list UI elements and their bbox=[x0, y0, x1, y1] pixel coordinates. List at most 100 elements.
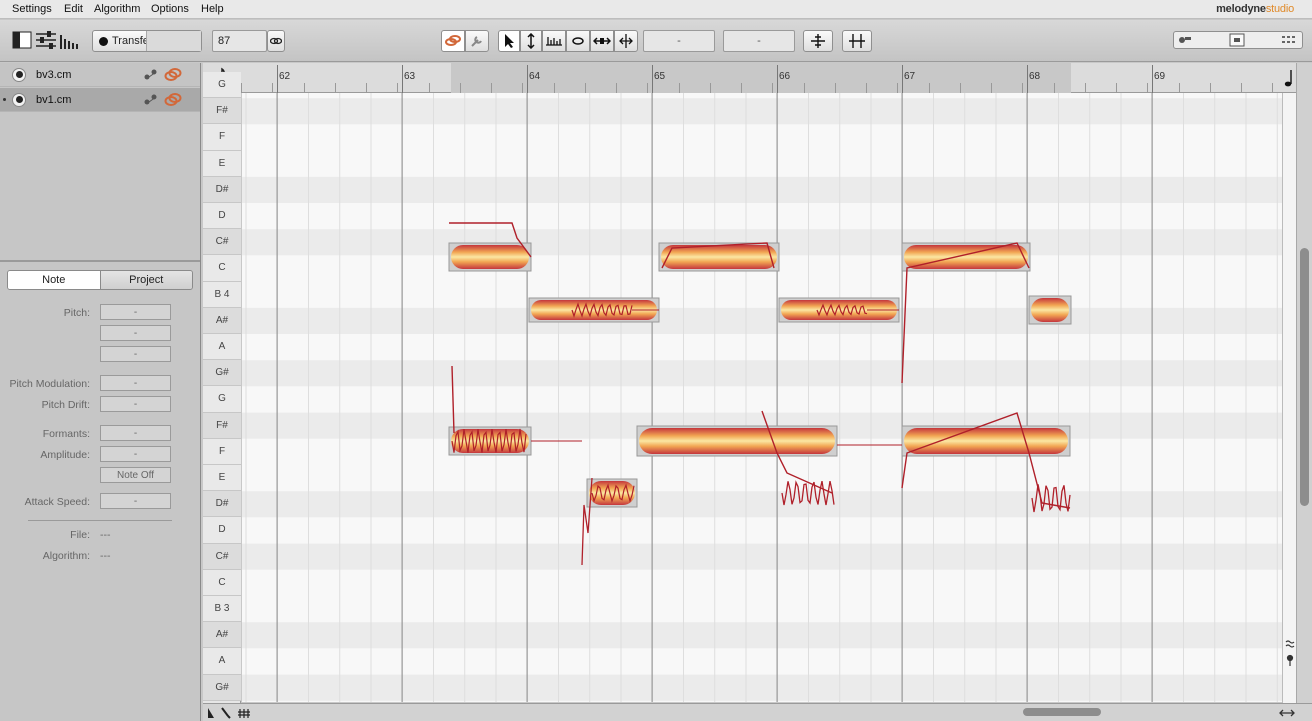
pitch-key: C# bbox=[203, 229, 241, 256]
pitch-lane bbox=[242, 622, 1282, 649]
pitch-field-3[interactable]: - bbox=[100, 346, 171, 362]
pitch-value-field[interactable]: - bbox=[643, 30, 715, 52]
beat-tick bbox=[522, 83, 524, 93]
notes-icon[interactable] bbox=[144, 93, 158, 105]
pitch-key: G# bbox=[203, 674, 241, 701]
separation-tool-icon[interactable] bbox=[614, 30, 638, 52]
record-enable-icon[interactable] bbox=[12, 67, 26, 82]
pitch-modulation-field[interactable]: - bbox=[100, 375, 171, 391]
track-row-bv1[interactable]: bv1.cm bbox=[0, 88, 200, 112]
spectrum-icon[interactable] bbox=[59, 29, 81, 51]
brand-sub: studio bbox=[1265, 3, 1294, 15]
time-tool-icon[interactable] bbox=[590, 30, 614, 52]
bottom-tools-icon[interactable] bbox=[206, 706, 256, 720]
bar-ruler[interactable]: 62 63 64 65 66 67 68 69 bbox=[241, 63, 1282, 93]
panel-divider[interactable] bbox=[0, 260, 200, 262]
note-blob[interactable] bbox=[1031, 298, 1069, 322]
layout-single-icon[interactable] bbox=[10, 29, 34, 51]
pitch-field-1[interactable]: - bbox=[100, 304, 171, 320]
menu-options[interactable]: Options bbox=[151, 3, 189, 15]
beat-tick bbox=[553, 83, 555, 93]
pitch-lane bbox=[242, 360, 1282, 387]
tempo-link-icon[interactable] bbox=[267, 30, 285, 52]
note-blob[interactable] bbox=[451, 245, 529, 269]
formants-field[interactable]: - bbox=[100, 425, 171, 441]
pitch-key: G bbox=[203, 386, 241, 413]
notes-icon[interactable] bbox=[144, 68, 158, 80]
bar-tick bbox=[527, 65, 528, 93]
blob-icon[interactable] bbox=[164, 93, 182, 107]
beat-tick bbox=[1147, 83, 1149, 93]
track-name: bv3.cm bbox=[36, 68, 72, 81]
pitch-lane bbox=[242, 674, 1282, 701]
beat-tick bbox=[741, 83, 742, 93]
time-value-field[interactable]: - bbox=[723, 30, 795, 52]
bar-tick bbox=[1152, 65, 1153, 93]
quantize-time-icon[interactable] bbox=[842, 30, 872, 52]
track-row-bv3[interactable]: bv3.cm bbox=[0, 63, 200, 87]
horizontal-scroll-thumb[interactable] bbox=[1023, 708, 1101, 716]
pitch-key: G# bbox=[203, 360, 241, 387]
bar-tick bbox=[902, 65, 903, 93]
pitch-ruler[interactable]: G F# F E D# D C# C B 4 A# A G# G F# F E D# D C# C B 3 A# A G# bbox=[203, 63, 241, 703]
pitch-key: B 3 bbox=[203, 596, 241, 623]
bar-tick bbox=[777, 65, 778, 93]
amplitude-tool-icon[interactable] bbox=[566, 30, 590, 52]
menu-edit[interactable]: Edit bbox=[64, 3, 83, 15]
note-grid[interactable] bbox=[242, 93, 1282, 702]
pitch-lane bbox=[242, 203, 1282, 230]
beat-tick bbox=[1084, 83, 1086, 93]
vertical-scrollbar[interactable] bbox=[1296, 63, 1312, 703]
amplitude-field[interactable]: - bbox=[100, 446, 171, 462]
pitch-lane bbox=[242, 596, 1282, 623]
mixer-icon[interactable] bbox=[35, 29, 57, 51]
note-value-icon[interactable] bbox=[1282, 63, 1296, 93]
vertical-scroll-thumb[interactable] bbox=[1300, 248, 1309, 506]
pitch-drift-field[interactable]: - bbox=[100, 396, 171, 412]
blob-icon[interactable] bbox=[164, 68, 182, 82]
note-blob[interactable] bbox=[904, 428, 1068, 454]
menu-settings[interactable]: Settings bbox=[12, 3, 52, 15]
tempo-field[interactable]: 87 bbox=[212, 30, 267, 52]
attack-speed-field[interactable]: - bbox=[100, 493, 171, 509]
toolbar: Transfer 87 - - bbox=[0, 20, 1312, 62]
beat-tick bbox=[1053, 83, 1055, 93]
pitch-key: F# bbox=[203, 98, 241, 125]
pitch-lane bbox=[242, 93, 1282, 99]
beat-tick bbox=[1241, 83, 1242, 93]
tab-project[interactable]: Project bbox=[99, 271, 192, 289]
pitch-key: B 4 bbox=[203, 281, 241, 308]
active-indicator bbox=[3, 98, 6, 101]
zoom-horizontal-icon[interactable] bbox=[1278, 707, 1296, 719]
pitch-lane bbox=[242, 465, 1282, 492]
pitch-lane bbox=[242, 569, 1282, 596]
pitch-key: A# bbox=[203, 307, 241, 334]
quantize-pitch-icon[interactable] bbox=[803, 30, 833, 52]
wrench-icon[interactable] bbox=[465, 30, 489, 52]
main-tool-icon[interactable] bbox=[498, 30, 520, 52]
separator bbox=[28, 520, 172, 521]
scroll-tools-icon[interactable] bbox=[1283, 638, 1297, 668]
tab-note[interactable]: Note bbox=[8, 271, 100, 289]
transfer-button[interactable]: Transfer bbox=[92, 30, 202, 52]
note-off-button[interactable]: Note Off bbox=[100, 467, 171, 483]
pitch-tool-icon[interactable] bbox=[520, 30, 542, 52]
pitch-field-2[interactable]: - bbox=[100, 325, 171, 341]
pitch-lane bbox=[242, 334, 1282, 361]
note-editor[interactable] bbox=[242, 93, 1282, 702]
beat-tick bbox=[678, 83, 680, 93]
inspector-tabs: Note Project bbox=[7, 270, 193, 290]
record-enable-icon[interactable] bbox=[12, 92, 26, 107]
formant-tool-icon[interactable] bbox=[542, 30, 566, 52]
menu-help[interactable]: Help bbox=[201, 3, 224, 15]
note-blob[interactable] bbox=[639, 428, 835, 454]
record-icon bbox=[99, 36, 108, 46]
note-blob[interactable] bbox=[661, 245, 777, 269]
menu-algorithm[interactable]: Algorithm bbox=[94, 3, 140, 15]
note-assignment-icon[interactable] bbox=[441, 30, 465, 52]
ruler-selection bbox=[451, 63, 1071, 93]
pitch-key: C bbox=[203, 255, 241, 282]
beat-tick bbox=[1178, 83, 1180, 93]
zoom-slider[interactable] bbox=[1173, 31, 1303, 49]
note-blob[interactable] bbox=[904, 245, 1028, 269]
